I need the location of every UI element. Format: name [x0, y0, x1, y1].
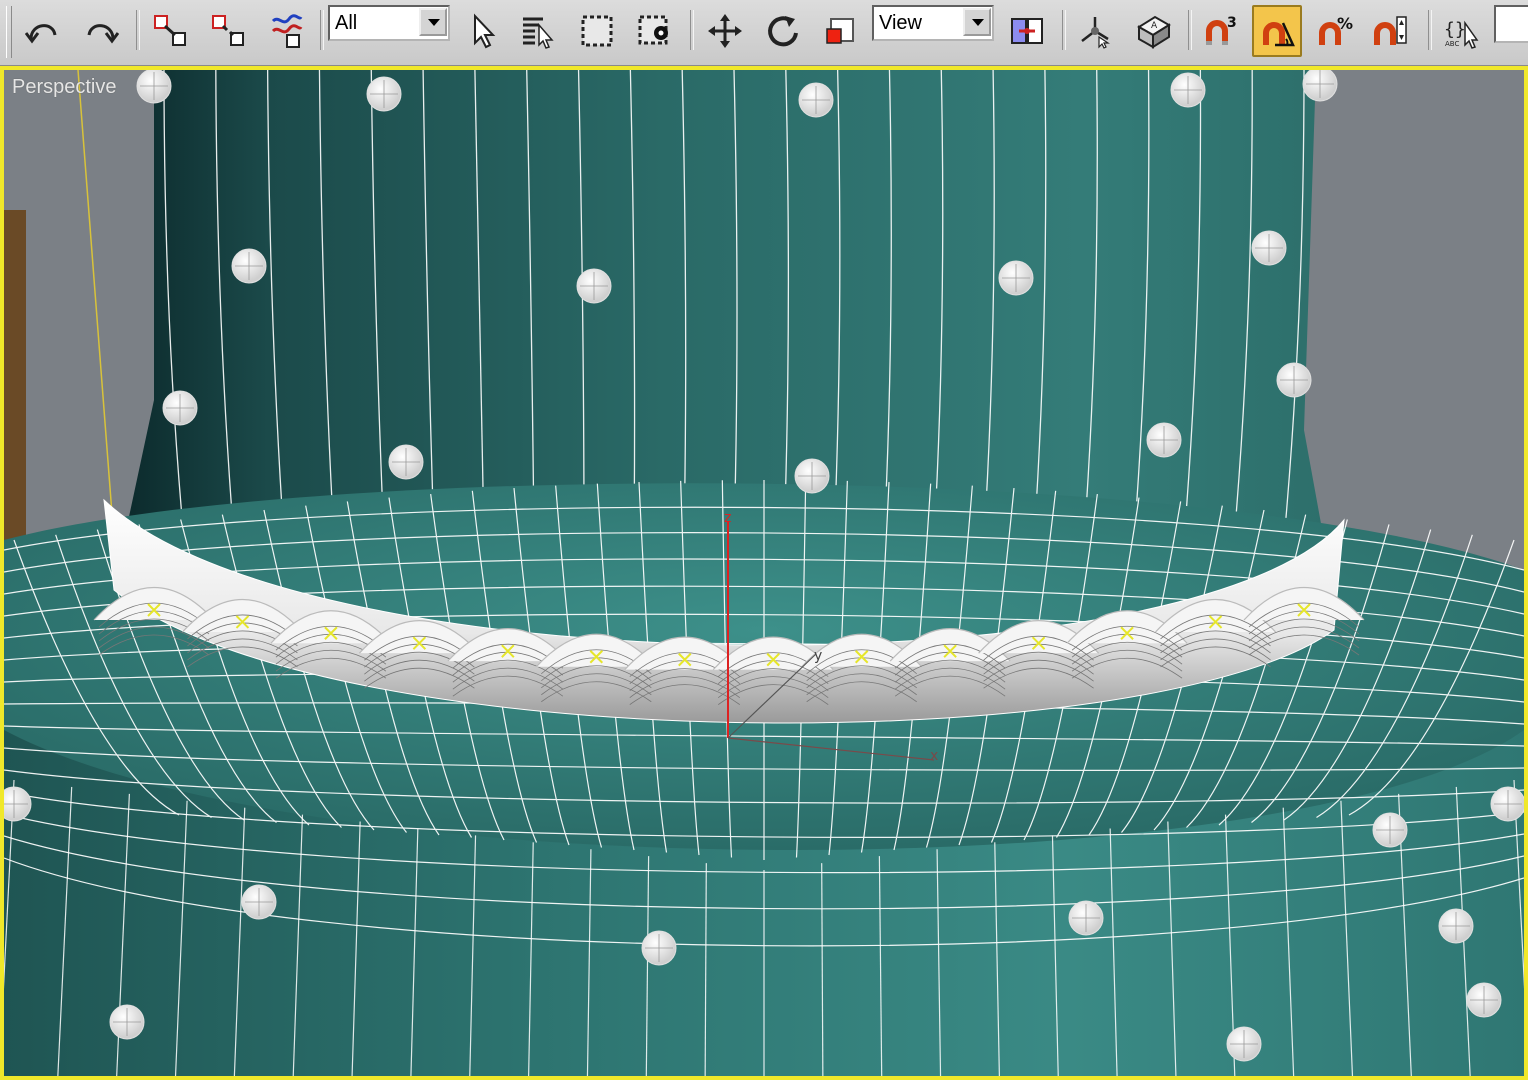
percent-snap-icon: % — [1319, 14, 1353, 45]
main-toolbar: All View A 3 % {} ABC — [0, 0, 1528, 66]
magnet-3-icon: 3 — [1206, 15, 1237, 45]
gizmo-y-label: y — [814, 648, 822, 664]
dashed-rectangle-icon — [581, 15, 613, 47]
undo-button[interactable] — [18, 5, 68, 57]
link-icon — [154, 15, 186, 46]
unlink-icon — [212, 15, 244, 46]
select-object-button[interactable] — [458, 5, 508, 57]
keyboard-shortcut-override-button[interactable]: A — [1128, 5, 1178, 57]
window-crossing-icon — [638, 15, 668, 45]
select-by-name-button[interactable] — [514, 5, 564, 57]
rectangular-selection-region-button[interactable] — [572, 5, 622, 57]
use-pivot-center-button[interactable] — [1002, 5, 1052, 57]
viewport-label[interactable]: Perspective — [12, 76, 117, 99]
unlink-selection-button[interactable] — [204, 5, 254, 57]
snaps-toggle-button[interactable]: 3 — [1196, 5, 1246, 57]
svg-text:{}: {} — [1444, 19, 1466, 40]
space-warp-icon — [271, 14, 303, 48]
bind-to-space-warp-button[interactable] — [262, 5, 312, 57]
spinner-snap-toggle-button[interactable] — [1366, 5, 1416, 57]
percent-snap-toggle-button[interactable]: % — [1310, 5, 1360, 57]
select-and-move-button[interactable] — [700, 5, 750, 57]
redo-button[interactable] — [76, 5, 126, 57]
manipulate-icon — [1081, 17, 1110, 49]
spinner-snap-icon — [1374, 16, 1407, 45]
toolbar-grip[interactable] — [6, 6, 12, 58]
edit-named-selection-sets-button[interactable]: {} ABC — [1436, 5, 1486, 57]
undo-arrow-icon — [25, 24, 57, 44]
svg-text:A: A — [1151, 21, 1158, 31]
cursor-arrow-icon — [474, 13, 496, 49]
background-wall-texture — [4, 210, 26, 540]
select-and-scale-button[interactable] — [814, 5, 864, 57]
angle-snap-toggle-button[interactable] — [1252, 5, 1302, 57]
named-selection-sets-field[interactable] — [1494, 5, 1528, 43]
angle-snap-icon — [1263, 22, 1295, 47]
select-and-rotate-button[interactable] — [758, 5, 808, 57]
svg-text:%: % — [1337, 14, 1353, 33]
pivot-center-icon — [1011, 18, 1043, 44]
move-arrows-icon — [708, 14, 742, 48]
scale-icon — [826, 18, 854, 44]
named-selection-icon: {} ABC — [1444, 19, 1479, 49]
select-and-manipulate-button[interactable] — [1070, 5, 1120, 57]
svg-text:ABC: ABC — [1445, 40, 1459, 48]
window-crossing-button[interactable] — [630, 5, 680, 57]
upper-cake-tier[interactable] — [124, 70, 1324, 541]
reference-coordinate-system-dropdown[interactable]: View — [872, 5, 994, 41]
reference-coordinate-system-value: View — [879, 12, 922, 34]
rotate-icon — [768, 16, 798, 47]
chevron-down-icon[interactable] — [963, 8, 991, 36]
keyboard-icon: A — [1137, 15, 1171, 49]
perspective-viewport[interactable]: z x y Perspective — [0, 66, 1528, 1080]
selection-filter-dropdown[interactable]: All — [328, 5, 450, 41]
redo-arrow-icon — [87, 24, 119, 44]
gizmo-z-label: z — [724, 510, 731, 526]
selection-filter-value: All — [335, 12, 358, 34]
chevron-down-icon[interactable] — [419, 8, 447, 36]
viewport-scene[interactable]: z x y — [4, 70, 1524, 1076]
select-by-name-icon — [523, 17, 554, 49]
gizmo-x-label: x — [930, 748, 938, 764]
svg-text:3: 3 — [1227, 15, 1237, 31]
select-and-link-button[interactable] — [146, 5, 196, 57]
